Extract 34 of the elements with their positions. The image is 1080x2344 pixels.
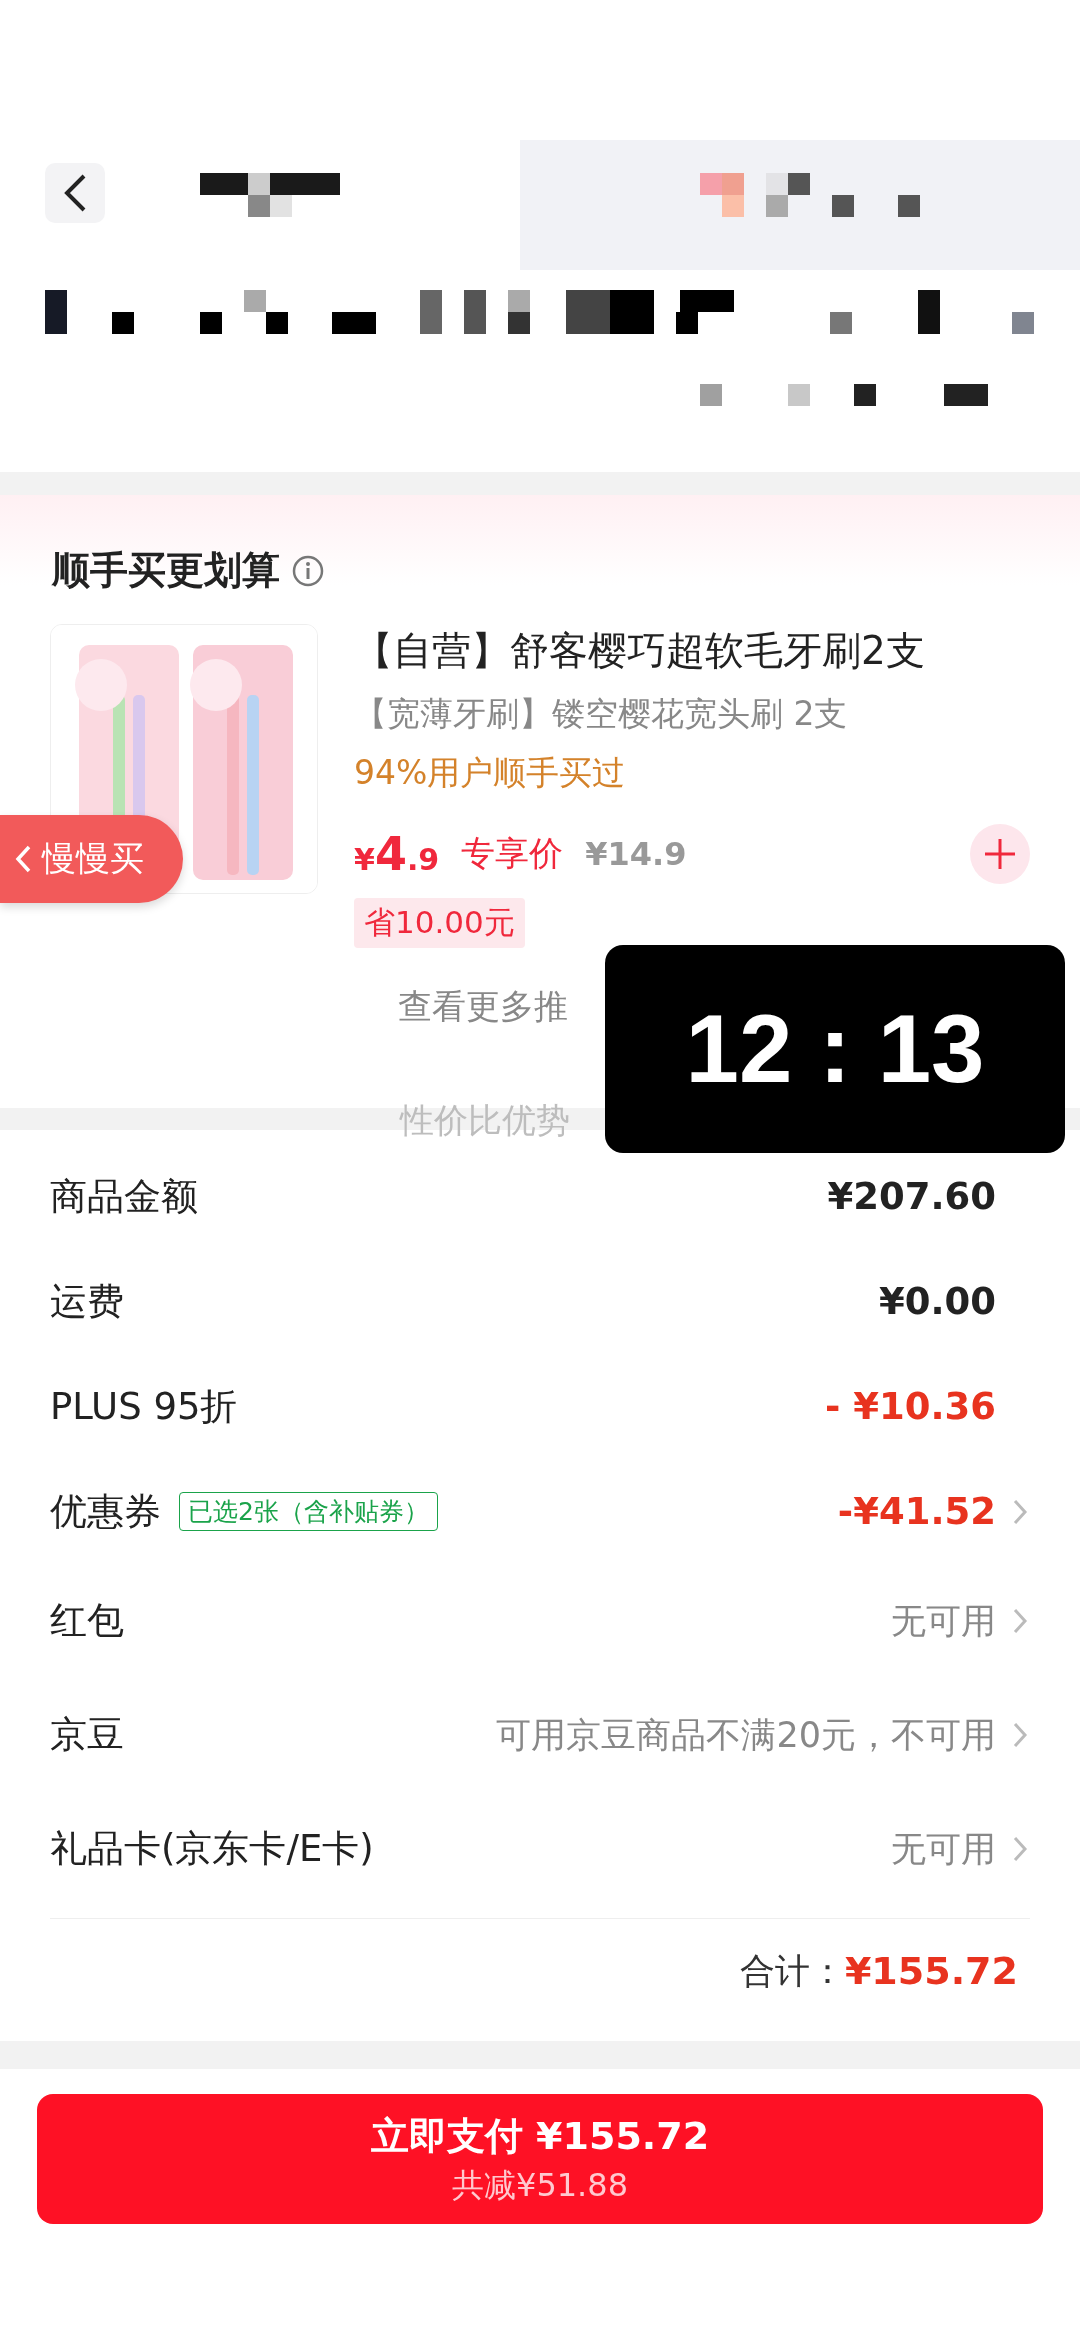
plus-icon — [983, 837, 1017, 871]
row-value[interactable]: 无可用 — [891, 1825, 996, 1873]
price-label: 专享价 — [461, 832, 564, 875]
product-subtitle: 【宽薄牙刷】镂空樱花宽头刷 2支 — [354, 693, 849, 735]
saving-badge: 省10.00元 — [354, 898, 525, 948]
total-label: 合计： — [739, 1949, 845, 1993]
row-value[interactable]: 可用京豆商品不满20元，不可用 — [496, 1711, 996, 1759]
total-amount: ¥155.72 — [844, 1949, 1018, 1993]
section-title: 顺手买更划算 — [52, 547, 280, 594]
product-title[interactable]: 【自营】舒客樱巧超软毛牙刷2支 — [354, 624, 1030, 678]
row-label: 运费 — [50, 1278, 124, 1325]
original-price: ¥14.9 — [585, 835, 687, 873]
chevron-left-icon — [14, 844, 32, 874]
row-label: PLUS 95折 — [50, 1383, 238, 1430]
purchase-rate-text: 94%用户顺手买过 — [354, 752, 627, 794]
coupon-tag: 已选2张（含补贴券） — [179, 1492, 438, 1531]
row-value: ¥207.60 — [827, 1175, 996, 1218]
back-icon — [62, 173, 88, 213]
pay-button[interactable]: 立即支付 ¥155.72 共减¥51.88 — [37, 2094, 1043, 2224]
row-label: 商品金额 — [50, 1173, 198, 1220]
sale-price: ¥4.9 — [354, 827, 440, 881]
row-label: 京豆 — [50, 1712, 124, 1758]
row-value[interactable]: -¥41.52 — [837, 1490, 996, 1533]
row-value: - ¥10.36 — [824, 1385, 996, 1428]
caption-text: 性价比优势 — [400, 1099, 570, 1142]
row-label: 优惠券 — [50, 1488, 161, 1535]
row-label: 礼品卡(京东卡/E卡) — [50, 1826, 374, 1872]
back-button[interactable] — [45, 163, 105, 223]
row-value: ¥0.00 — [878, 1280, 996, 1323]
info-icon[interactable] — [292, 554, 324, 587]
clock-overlay: 12 : 13 — [605, 945, 1065, 1153]
floating-tab[interactable]: 慢慢买 — [0, 815, 183, 903]
row-label: 红包 — [50, 1598, 124, 1644]
row-value[interactable]: 无可用 — [891, 1597, 996, 1645]
